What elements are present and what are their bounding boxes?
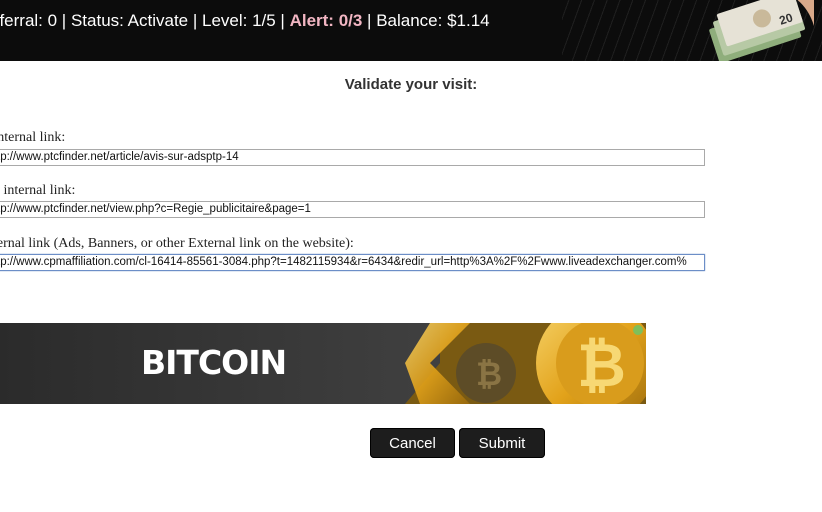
- external-link-input[interactable]: tp://www.cpmaffiliation.com/cl-16414-855…: [0, 254, 705, 271]
- external-link-label: xternal link (Ads, Banners, or other Ext…: [0, 236, 354, 251]
- svg-text:₿: ₿: [476, 355, 502, 393]
- banner-text: BITCOIN: [141, 343, 287, 382]
- top-status-bar: eferral: 0 | Status: Activate | Level: 1…: [0, 0, 822, 61]
- second-internal-link-input[interactable]: tp://www.ptcfinder.net/view.php?c=Regie_…: [0, 201, 705, 218]
- alert-count: Alert: 0/3: [289, 11, 363, 30]
- banner-artwork: ₿ ₿: [0, 323, 646, 404]
- status-segment: eferral: 0 | Status: Activate | Level: 1…: [0, 11, 290, 30]
- balance-segment: | Balance: $1.14: [362, 11, 490, 30]
- bitcoin-ad-banner[interactable]: ₿ ₿ BITCOIN: [0, 323, 646, 404]
- first-internal-link-label: t internal link:: [0, 130, 66, 145]
- submit-button[interactable]: Submit: [459, 428, 545, 458]
- first-internal-link-input[interactable]: tp://www.ptcfinder.net/article/avis-sur-…: [0, 149, 705, 166]
- page-title: Validate your visit:: [344, 76, 478, 93]
- account-status-text: eferral: 0 | Status: Activate | Level: 1…: [0, 11, 490, 31]
- cancel-button[interactable]: Cancel: [370, 428, 455, 458]
- bitcoin-coin-icon: ₿: [577, 331, 626, 401]
- money-hand-icon: 20: [709, 0, 814, 61]
- second-internal-link-label: nd internal link:: [0, 183, 76, 198]
